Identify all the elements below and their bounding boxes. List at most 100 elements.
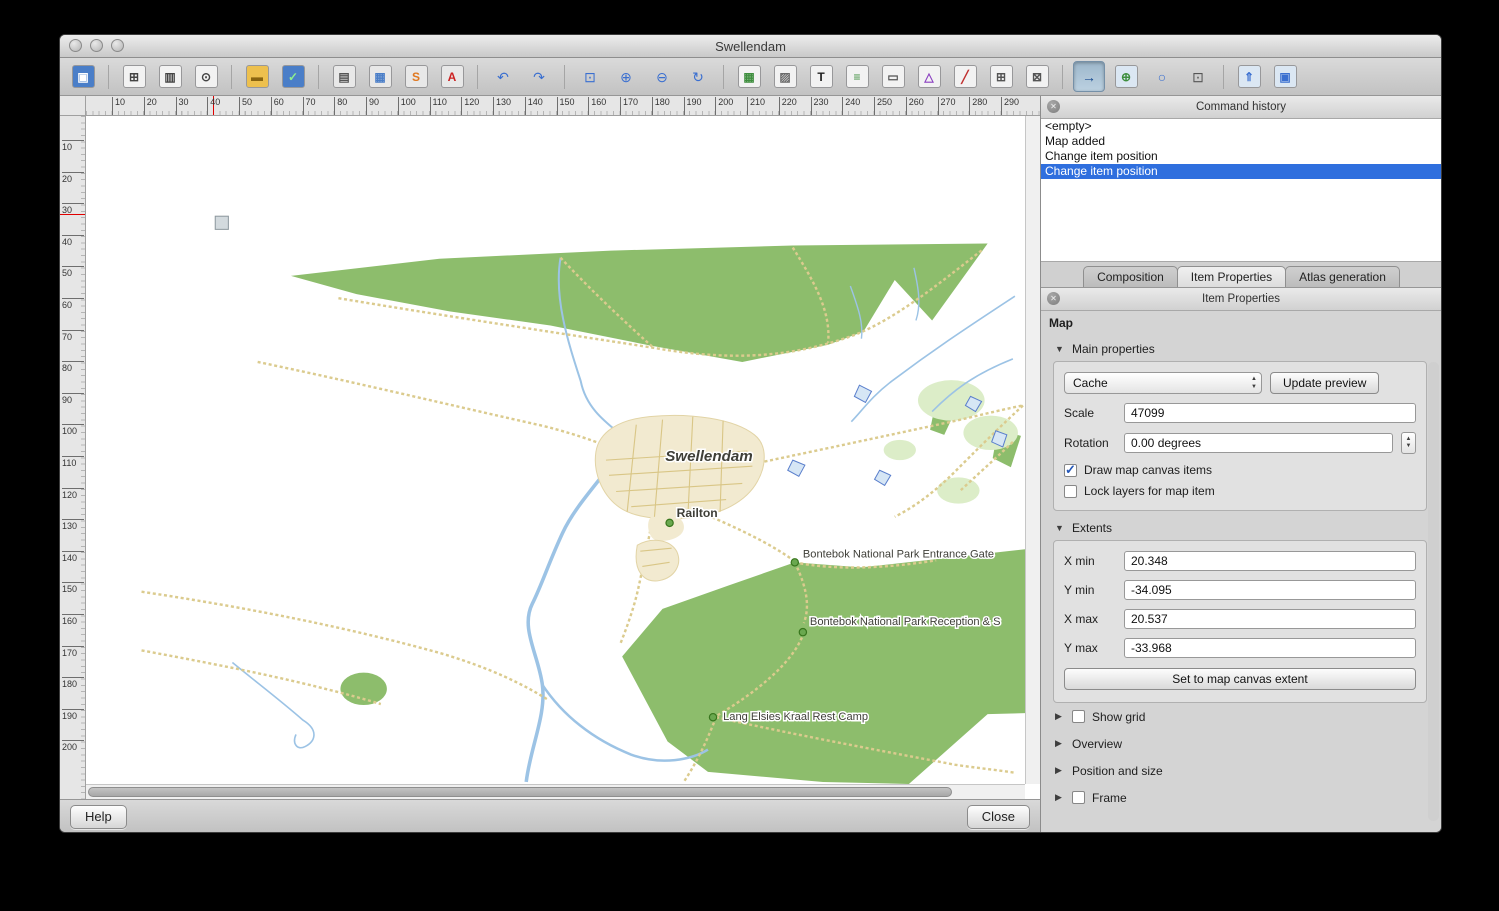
add-attribute-table-icon[interactable]: ⊞ bbox=[986, 62, 1016, 91]
group-items-icon[interactable]: ▣ bbox=[1270, 62, 1300, 91]
move-item-content-icon[interactable]: ⊕ bbox=[1111, 62, 1141, 91]
help-button[interactable]: Help bbox=[70, 805, 127, 829]
raise-items-icon[interactable]: ⇑ bbox=[1234, 62, 1264, 91]
zoom-to-item-icon[interactable]: ⊡ bbox=[1183, 62, 1213, 91]
close-window-icon[interactable] bbox=[69, 39, 82, 52]
edit-nodes-item-icon[interactable]: ○ bbox=[1147, 62, 1177, 91]
h-ruler-number: 280 bbox=[969, 97, 987, 115]
undo-icon[interactable]: ↶ bbox=[488, 62, 518, 91]
h-ruler-number: 30 bbox=[176, 97, 189, 115]
x-min-input[interactable]: 20.348 bbox=[1124, 551, 1416, 571]
lock-layers-label: Lock layers for map item bbox=[1084, 484, 1215, 498]
ruler-corner bbox=[60, 96, 86, 116]
bottom-bar: Help Close bbox=[60, 799, 1040, 833]
add-image-icon[interactable]: ▨ bbox=[770, 62, 800, 91]
y-max-input[interactable]: -33.968 bbox=[1124, 638, 1416, 658]
cache-dropdown[interactable]: Cache bbox=[1064, 372, 1262, 394]
history-item[interactable]: Map added bbox=[1041, 134, 1441, 149]
extents-section-header: Extents bbox=[1055, 521, 1425, 535]
v-ruler-number: 140 bbox=[62, 551, 84, 563]
disclosure-open-icon[interactable] bbox=[1055, 523, 1065, 533]
select-move-item-icon[interactable]: → bbox=[1073, 61, 1105, 92]
tab-composition[interactable]: Composition bbox=[1083, 266, 1178, 287]
disclosure-closed-icon[interactable] bbox=[1055, 738, 1065, 749]
update-preview-button[interactable]: Update preview bbox=[1270, 372, 1379, 394]
export-pdf-icon[interactable]: A bbox=[437, 62, 467, 91]
tab-item-properties[interactable]: Item Properties bbox=[1177, 266, 1286, 287]
open-folder-icon[interactable]: ▬ bbox=[242, 62, 272, 91]
save-as-template-icon[interactable]: ✓ bbox=[278, 62, 308, 91]
h-ruler-number: 170 bbox=[620, 97, 638, 115]
disclosure-closed-icon[interactable] bbox=[1055, 711, 1065, 722]
add-shape-icon[interactable]: △ bbox=[914, 62, 944, 91]
add-arrow-icon[interactable]: ╱ bbox=[950, 62, 980, 91]
history-item[interactable]: Change item position bbox=[1041, 164, 1441, 179]
new-composition-icon[interactable]: ⊞ bbox=[119, 62, 149, 91]
composer-manager-icon[interactable]: ⊙ bbox=[191, 62, 221, 91]
export-image-icon: ▦ bbox=[369, 65, 392, 88]
v-ruler-number: 60 bbox=[62, 298, 84, 310]
close-panel-icon[interactable] bbox=[1047, 292, 1060, 305]
history-item[interactable]: <empty> bbox=[1041, 119, 1441, 134]
tab-atlas-generation[interactable]: Atlas generation bbox=[1285, 266, 1400, 287]
set-to-map-canvas-extent-button[interactable]: Set to map canvas extent bbox=[1064, 668, 1416, 690]
h-ruler-number: 190 bbox=[684, 97, 702, 115]
qgis-composer-window: Swellendam ▣⊞▥⊙▬✓▤▦SA↶↷⊡⊕⊖↻▦▨T≡▭△╱⊞⊠→⊕○⊡… bbox=[59, 34, 1442, 833]
vertical-scrollbar[interactable] bbox=[1025, 116, 1040, 784]
zoom-window-icon[interactable] bbox=[111, 39, 124, 52]
add-new-map-icon: ▦ bbox=[738, 65, 761, 88]
history-item[interactable]: Change item position bbox=[1041, 149, 1441, 164]
toolbar-separator bbox=[477, 65, 478, 89]
x-max-input[interactable]: 20.537 bbox=[1124, 609, 1416, 629]
disclosure-closed-icon[interactable] bbox=[1055, 792, 1065, 803]
add-new-map-icon[interactable]: ▦ bbox=[734, 62, 764, 91]
redo-icon[interactable]: ↷ bbox=[524, 62, 554, 91]
lock-layers-checkbox[interactable] bbox=[1064, 485, 1077, 498]
item-properties-panel: Map Main properties Cache Update preview bbox=[1041, 311, 1441, 833]
frame-checkbox[interactable] bbox=[1072, 791, 1085, 804]
add-scalebar-icon[interactable]: ▭ bbox=[878, 62, 908, 91]
rotation-input[interactable]: 0.00 degrees bbox=[1124, 433, 1393, 453]
small-item-handle[interactable] bbox=[215, 216, 228, 229]
zoom-out-icon[interactable]: ⊖ bbox=[647, 62, 677, 91]
x-max-label: X max bbox=[1064, 612, 1116, 626]
export-image-icon[interactable]: ▦ bbox=[365, 62, 395, 91]
position-and-size-section[interactable]: Position and size bbox=[1055, 757, 1427, 784]
refresh-view-icon[interactable]: ↻ bbox=[683, 62, 713, 91]
save-icon[interactable]: ▣ bbox=[68, 62, 98, 91]
frame-section[interactable]: Frame bbox=[1055, 784, 1427, 811]
panel-scrollbar[interactable] bbox=[1428, 362, 1439, 821]
add-html-frame-icon[interactable]: ⊠ bbox=[1022, 62, 1052, 91]
y-min-label: Y min bbox=[1064, 583, 1116, 597]
h-ruler-number: 240 bbox=[842, 97, 860, 115]
disclosure-closed-icon[interactable] bbox=[1055, 765, 1065, 776]
v-ruler-number: 50 bbox=[62, 266, 84, 278]
add-legend-icon[interactable]: ≡ bbox=[842, 62, 872, 91]
composer-canvas[interactable]: SwellendamRailtonBontebok National Park … bbox=[86, 116, 1040, 799]
composer-manager-icon: ⊙ bbox=[195, 65, 218, 88]
show-grid-checkbox[interactable] bbox=[1072, 710, 1085, 723]
export-svg-icon[interactable]: S bbox=[401, 62, 431, 91]
close-button[interactable]: Close bbox=[967, 805, 1030, 829]
minimize-window-icon[interactable] bbox=[90, 39, 103, 52]
toolbar-separator bbox=[1223, 65, 1224, 89]
draw-map-canvas-items-checkbox[interactable] bbox=[1064, 464, 1077, 477]
close-panel-icon[interactable] bbox=[1047, 100, 1060, 113]
horizontal-scrollbar[interactable] bbox=[86, 784, 1025, 799]
zoom-full-extent-icon[interactable]: ⊡ bbox=[575, 62, 605, 91]
map-item[interactable]: SwellendamRailtonBontebok National Park … bbox=[86, 116, 1025, 784]
scale-input[interactable]: 47099 bbox=[1124, 403, 1416, 423]
disclosure-open-icon[interactable] bbox=[1055, 344, 1065, 354]
add-label-icon[interactable]: T bbox=[806, 62, 836, 91]
print-icon[interactable]: ▤ bbox=[329, 62, 359, 91]
rotation-spinner[interactable] bbox=[1401, 432, 1416, 454]
overview-section[interactable]: Overview bbox=[1055, 730, 1427, 757]
titlebar[interactable]: Swellendam bbox=[60, 35, 1441, 58]
duplicate-composition-icon[interactable]: ▥ bbox=[155, 62, 185, 91]
composer-area: 1020304050607080901001101201301401501601… bbox=[60, 96, 1040, 833]
show-grid-section[interactable]: Show grid bbox=[1055, 703, 1427, 730]
zoom-out-icon: ⊖ bbox=[652, 66, 673, 87]
y-min-input[interactable]: -34.095 bbox=[1124, 580, 1416, 600]
zoom-in-icon[interactable]: ⊕ bbox=[611, 62, 641, 91]
horizontal-scrollbar-thumb[interactable] bbox=[88, 787, 952, 797]
